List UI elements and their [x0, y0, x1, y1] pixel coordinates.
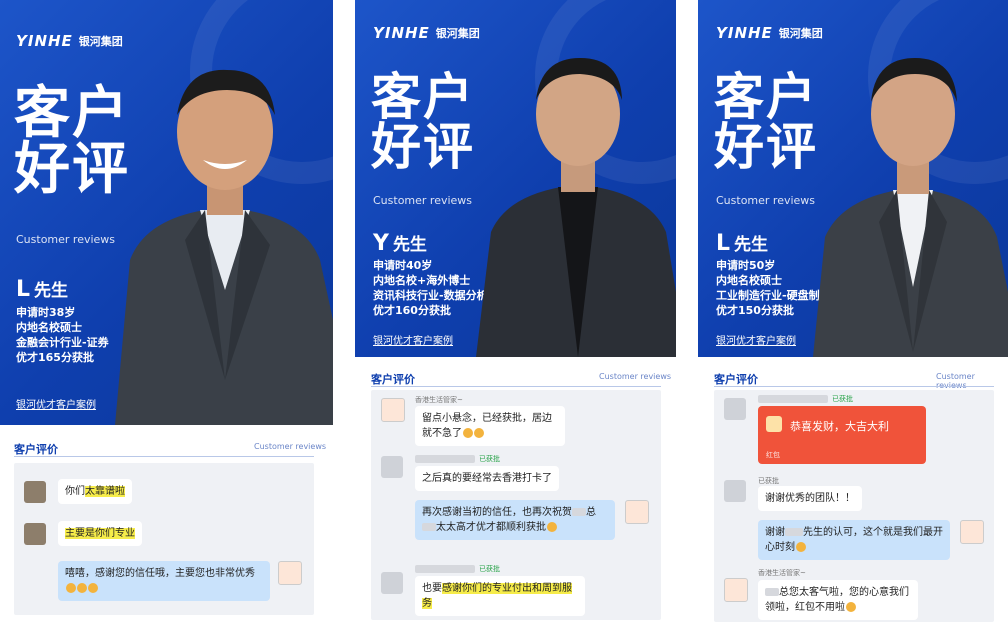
section-title: 客户评价	[371, 373, 415, 386]
client-portrait	[476, 58, 676, 357]
chat-bubble: 总您太客气啦，您的心意我们领啦，红包不用啦	[758, 580, 918, 620]
hero-title: 客户 好评	[371, 68, 475, 176]
chat-bubble: 留点小悬念，已经获批，居边就不急了	[415, 406, 565, 446]
section-title: 客户评价	[714, 373, 758, 386]
divider	[14, 456, 314, 457]
brand-logo: YINHE 银河集团	[373, 24, 480, 42]
client-name: L 先生	[16, 277, 69, 302]
client-facts: 申请时38岁 内地名校硕士 金融会计行业-证券 优才165分获批	[16, 306, 109, 364]
section-subtitle: Customer reviews	[936, 372, 975, 390]
section-subtitle: Customer reviews	[599, 372, 672, 381]
customer-avatar	[24, 523, 46, 545]
section-title: 客户评价	[14, 443, 58, 456]
chat-bubble: 谢谢优秀的团队！！	[758, 486, 862, 511]
customer-avatar	[381, 456, 403, 478]
client-name: Y 先生	[373, 231, 427, 256]
advisor-avatar	[625, 500, 649, 524]
sender-name: 已获批	[758, 477, 779, 485]
chat-bubble: 谢谢 先生的认可，这个就是我们最开心时刻	[758, 520, 950, 560]
review-card-2: YINHE 银河集团 客户 好评 Customer reviews Y 先生 申请时4…	[355, 0, 676, 640]
chat-bubble: 主要是你们专业	[58, 521, 142, 546]
brand-logo: YINHE 银河集团	[16, 32, 123, 50]
sender-name: 已获批	[415, 564, 500, 574]
divider	[714, 386, 994, 387]
sender-name: 香港生活管家~	[415, 396, 463, 404]
chat-bubble: 嘻嘻，感谢您的信任哦，主要您也非常优秀	[58, 561, 270, 601]
brand-logo: YINHE 银河集团	[716, 24, 823, 42]
review-card-3: YINHE 银河集团 客户 好评 Customer reviews L 先生 申请时5…	[698, 0, 1008, 640]
sender-name: 香港生活管家~	[758, 569, 806, 577]
red-packet[interactable]: 恭喜发财，大吉大利 红包	[758, 406, 926, 464]
advisor-avatar	[278, 561, 302, 585]
sender-name: 已获批	[415, 454, 500, 464]
chat-screenshot: 已获批 恭喜发财，大吉大利 红包 已获批 谢谢优秀的团队！！ 谢谢 先生的认可，这…	[714, 390, 994, 622]
case-link[interactable]: 银河优才客户案例	[716, 332, 796, 347]
hero-banner: YINHE 银河集团 客户 好评 Customer reviews L 先生 申请时5…	[698, 0, 1008, 357]
chat-bubble: 再次感谢当初的信任，也再次祝贺 总太太高才优才都顺利获批	[415, 500, 615, 540]
client-portrait	[813, 58, 1008, 357]
customer-avatar	[724, 480, 746, 502]
advisor-avatar	[724, 578, 748, 602]
hero-subtitle: Customer reviews	[716, 194, 816, 207]
hero-title: 客户 好评	[714, 68, 818, 176]
chat-bubble: 你们太靠谱啦	[58, 479, 132, 504]
review-card-1: YINHE 银河集团 客户 好评 Customer reviews L 先生 申请时3…	[0, 0, 333, 640]
section-subtitle: Customer reviews	[254, 442, 327, 451]
client-name: L 先生	[716, 231, 769, 256]
customer-avatar	[24, 481, 46, 503]
sender-name: 已获批	[758, 394, 853, 404]
advisor-avatar	[381, 398, 405, 422]
hero-subtitle: Customer reviews	[373, 194, 473, 207]
hero-banner: YINHE 银河集团 客户 好评 Customer reviews L 先生 申请时3…	[0, 0, 333, 425]
customer-avatar	[381, 572, 403, 594]
divider	[371, 386, 661, 387]
chat-bubble: 之后真的要经常去香港打卡了	[415, 466, 559, 491]
chat-screenshot: 你们太靠谱啦 主要是你们专业 嘻嘻，感谢您的信任哦，主要您也非常优秀	[14, 463, 314, 615]
customer-avatar	[724, 398, 746, 420]
client-portrait	[115, 69, 333, 425]
chat-screenshot: 香港生活管家~ 留点小悬念，已经获批，居边就不急了 已获批 之后真的要经常去香港…	[371, 390, 661, 620]
hero-banner: YINHE 银河集团 客户 好评 Customer reviews Y 先生 申请时4…	[355, 0, 676, 357]
chat-bubble: 也要感谢你们的专业付出和周到服务	[415, 576, 585, 616]
advisor-avatar	[960, 520, 984, 544]
hero-subtitle: Customer reviews	[16, 233, 116, 246]
client-facts: 申请时40岁 内地名校+海外博士 资讯科技行业-数据分析 优才160分获批	[373, 259, 488, 317]
case-link[interactable]: 银河优才客户案例	[16, 396, 96, 411]
case-link[interactable]: 银河优才客户案例	[373, 332, 453, 347]
